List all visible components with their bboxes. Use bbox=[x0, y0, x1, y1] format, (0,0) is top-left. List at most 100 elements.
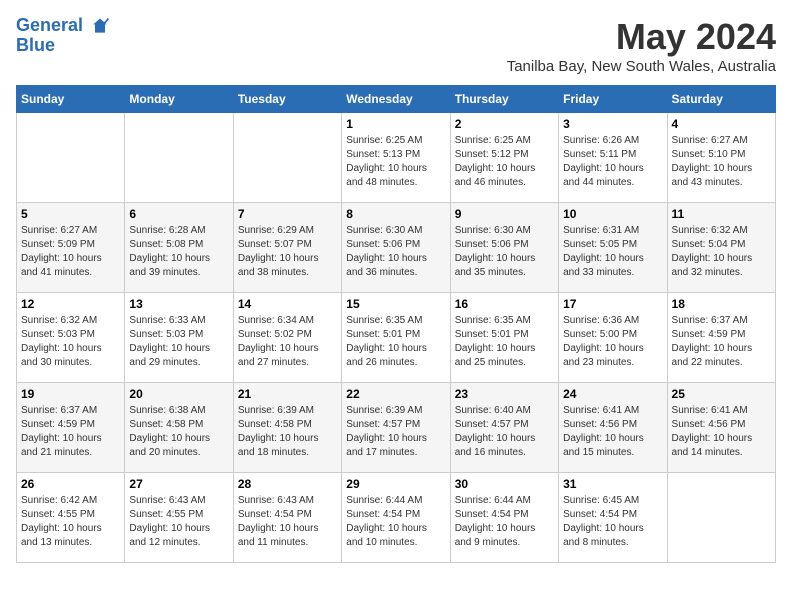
logo-blue: Blue bbox=[16, 36, 110, 56]
cell-info: Sunrise: 6:44 AMSunset: 4:54 PMDaylight:… bbox=[346, 494, 445, 550]
cell-info: Sunrise: 6:32 AMSunset: 5:03 PMDaylight:… bbox=[21, 314, 120, 370]
calendar-cell: 6 Sunrise: 6:28 AMSunset: 5:08 PMDayligh… bbox=[125, 203, 233, 293]
day-number: 18 bbox=[672, 297, 771, 311]
cell-info: Sunrise: 6:38 AMSunset: 4:58 PMDaylight:… bbox=[129, 404, 228, 460]
calendar-cell: 14 Sunrise: 6:34 AMSunset: 5:02 PMDaylig… bbox=[233, 293, 341, 383]
day-number: 21 bbox=[238, 387, 337, 401]
cell-info: Sunrise: 6:43 AMSunset: 4:54 PMDaylight:… bbox=[238, 494, 337, 550]
day-number: 14 bbox=[238, 297, 337, 311]
day-number: 27 bbox=[129, 477, 228, 491]
title-section: May 2024 Tanilba Bay, New South Wales, A… bbox=[507, 16, 776, 75]
calendar-cell: 15 Sunrise: 6:35 AMSunset: 5:01 PMDaylig… bbox=[342, 293, 450, 383]
calendar-cell: 2 Sunrise: 6:25 AMSunset: 5:12 PMDayligh… bbox=[450, 113, 558, 203]
day-number: 31 bbox=[563, 477, 662, 491]
cell-info: Sunrise: 6:34 AMSunset: 5:02 PMDaylight:… bbox=[238, 314, 337, 370]
day-number: 19 bbox=[21, 387, 120, 401]
calendar-cell: 27 Sunrise: 6:43 AMSunset: 4:55 PMDaylig… bbox=[125, 473, 233, 563]
calendar-cell: 26 Sunrise: 6:42 AMSunset: 4:55 PMDaylig… bbox=[17, 473, 125, 563]
calendar-cell: 31 Sunrise: 6:45 AMSunset: 4:54 PMDaylig… bbox=[559, 473, 667, 563]
day-number: 12 bbox=[21, 297, 120, 311]
calendar-cell: 19 Sunrise: 6:37 AMSunset: 4:59 PMDaylig… bbox=[17, 383, 125, 473]
day-number: 11 bbox=[672, 207, 771, 221]
cell-info: Sunrise: 6:35 AMSunset: 5:01 PMDaylight:… bbox=[455, 314, 554, 370]
calendar-week-row: 19 Sunrise: 6:37 AMSunset: 4:59 PMDaylig… bbox=[17, 383, 776, 473]
day-number: 6 bbox=[129, 207, 228, 221]
calendar-cell: 18 Sunrise: 6:37 AMSunset: 4:59 PMDaylig… bbox=[667, 293, 775, 383]
cell-info: Sunrise: 6:35 AMSunset: 5:01 PMDaylight:… bbox=[346, 314, 445, 370]
cell-info: Sunrise: 6:25 AMSunset: 5:13 PMDaylight:… bbox=[346, 134, 445, 190]
calendar-cell: 22 Sunrise: 6:39 AMSunset: 4:57 PMDaylig… bbox=[342, 383, 450, 473]
day-number: 1 bbox=[346, 117, 445, 131]
calendar-header-row: SundayMondayTuesdayWednesdayThursdayFrid… bbox=[17, 86, 776, 113]
calendar-week-row: 12 Sunrise: 6:32 AMSunset: 5:03 PMDaylig… bbox=[17, 293, 776, 383]
calendar-cell: 4 Sunrise: 6:27 AMSunset: 5:10 PMDayligh… bbox=[667, 113, 775, 203]
calendar-cell: 23 Sunrise: 6:40 AMSunset: 4:57 PMDaylig… bbox=[450, 383, 558, 473]
calendar-week-row: 26 Sunrise: 6:42 AMSunset: 4:55 PMDaylig… bbox=[17, 473, 776, 563]
calendar-cell: 12 Sunrise: 6:32 AMSunset: 5:03 PMDaylig… bbox=[17, 293, 125, 383]
day-number: 2 bbox=[455, 117, 554, 131]
calendar-cell bbox=[667, 473, 775, 563]
day-number: 28 bbox=[238, 477, 337, 491]
day-header-sunday: Sunday bbox=[17, 86, 125, 113]
logo-icon bbox=[90, 16, 110, 36]
cell-info: Sunrise: 6:44 AMSunset: 4:54 PMDaylight:… bbox=[455, 494, 554, 550]
cell-info: Sunrise: 6:25 AMSunset: 5:12 PMDaylight:… bbox=[455, 134, 554, 190]
calendar-cell: 25 Sunrise: 6:41 AMSunset: 4:56 PMDaylig… bbox=[667, 383, 775, 473]
day-number: 10 bbox=[563, 207, 662, 221]
day-header-wednesday: Wednesday bbox=[342, 86, 450, 113]
calendar-cell: 20 Sunrise: 6:38 AMSunset: 4:58 PMDaylig… bbox=[125, 383, 233, 473]
calendar-cell bbox=[125, 113, 233, 203]
cell-info: Sunrise: 6:45 AMSunset: 4:54 PMDaylight:… bbox=[563, 494, 662, 550]
cell-info: Sunrise: 6:36 AMSunset: 5:00 PMDaylight:… bbox=[563, 314, 662, 370]
cell-info: Sunrise: 6:29 AMSunset: 5:07 PMDaylight:… bbox=[238, 224, 337, 280]
day-number: 30 bbox=[455, 477, 554, 491]
cell-info: Sunrise: 6:37 AMSunset: 4:59 PMDaylight:… bbox=[672, 314, 771, 370]
calendar-cell: 21 Sunrise: 6:39 AMSunset: 4:58 PMDaylig… bbox=[233, 383, 341, 473]
calendar-cell bbox=[17, 113, 125, 203]
cell-info: Sunrise: 6:41 AMSunset: 4:56 PMDaylight:… bbox=[672, 404, 771, 460]
day-number: 9 bbox=[455, 207, 554, 221]
day-number: 29 bbox=[346, 477, 445, 491]
day-number: 25 bbox=[672, 387, 771, 401]
calendar-cell: 9 Sunrise: 6:30 AMSunset: 5:06 PMDayligh… bbox=[450, 203, 558, 293]
cell-info: Sunrise: 6:40 AMSunset: 4:57 PMDaylight:… bbox=[455, 404, 554, 460]
cell-info: Sunrise: 6:33 AMSunset: 5:03 PMDaylight:… bbox=[129, 314, 228, 370]
calendar-cell: 13 Sunrise: 6:33 AMSunset: 5:03 PMDaylig… bbox=[125, 293, 233, 383]
calendar-cell: 8 Sunrise: 6:30 AMSunset: 5:06 PMDayligh… bbox=[342, 203, 450, 293]
location: Tanilba Bay, New South Wales, Australia bbox=[507, 58, 776, 75]
cell-info: Sunrise: 6:41 AMSunset: 4:56 PMDaylight:… bbox=[563, 404, 662, 460]
calendar-cell: 24 Sunrise: 6:41 AMSunset: 4:56 PMDaylig… bbox=[559, 383, 667, 473]
cell-info: Sunrise: 6:28 AMSunset: 5:08 PMDaylight:… bbox=[129, 224, 228, 280]
cell-info: Sunrise: 6:39 AMSunset: 4:57 PMDaylight:… bbox=[346, 404, 445, 460]
day-number: 22 bbox=[346, 387, 445, 401]
cell-info: Sunrise: 6:26 AMSunset: 5:11 PMDaylight:… bbox=[563, 134, 662, 190]
cell-info: Sunrise: 6:42 AMSunset: 4:55 PMDaylight:… bbox=[21, 494, 120, 550]
calendar-week-row: 1 Sunrise: 6:25 AMSunset: 5:13 PMDayligh… bbox=[17, 113, 776, 203]
day-number: 17 bbox=[563, 297, 662, 311]
logo-text: General bbox=[16, 16, 110, 36]
day-number: 8 bbox=[346, 207, 445, 221]
calendar-cell: 29 Sunrise: 6:44 AMSunset: 4:54 PMDaylig… bbox=[342, 473, 450, 563]
day-number: 26 bbox=[21, 477, 120, 491]
day-number: 7 bbox=[238, 207, 337, 221]
calendar-cell: 28 Sunrise: 6:43 AMSunset: 4:54 PMDaylig… bbox=[233, 473, 341, 563]
logo: General Blue bbox=[16, 16, 110, 56]
calendar-cell: 17 Sunrise: 6:36 AMSunset: 5:00 PMDaylig… bbox=[559, 293, 667, 383]
day-number: 4 bbox=[672, 117, 771, 131]
day-number: 3 bbox=[563, 117, 662, 131]
cell-info: Sunrise: 6:37 AMSunset: 4:59 PMDaylight:… bbox=[21, 404, 120, 460]
calendar-cell: 10 Sunrise: 6:31 AMSunset: 5:05 PMDaylig… bbox=[559, 203, 667, 293]
day-header-saturday: Saturday bbox=[667, 86, 775, 113]
calendar-cell: 30 Sunrise: 6:44 AMSunset: 4:54 PMDaylig… bbox=[450, 473, 558, 563]
cell-info: Sunrise: 6:39 AMSunset: 4:58 PMDaylight:… bbox=[238, 404, 337, 460]
calendar-table: SundayMondayTuesdayWednesdayThursdayFrid… bbox=[16, 85, 776, 563]
cell-info: Sunrise: 6:43 AMSunset: 4:55 PMDaylight:… bbox=[129, 494, 228, 550]
cell-info: Sunrise: 6:27 AMSunset: 5:10 PMDaylight:… bbox=[672, 134, 771, 190]
calendar-cell: 7 Sunrise: 6:29 AMSunset: 5:07 PMDayligh… bbox=[233, 203, 341, 293]
calendar-cell: 11 Sunrise: 6:32 AMSunset: 5:04 PMDaylig… bbox=[667, 203, 775, 293]
calendar-week-row: 5 Sunrise: 6:27 AMSunset: 5:09 PMDayligh… bbox=[17, 203, 776, 293]
day-header-thursday: Thursday bbox=[450, 86, 558, 113]
month-title: May 2024 bbox=[507, 16, 776, 58]
page-header: General Blue May 2024 Tanilba Bay, New S… bbox=[16, 16, 776, 75]
day-number: 5 bbox=[21, 207, 120, 221]
